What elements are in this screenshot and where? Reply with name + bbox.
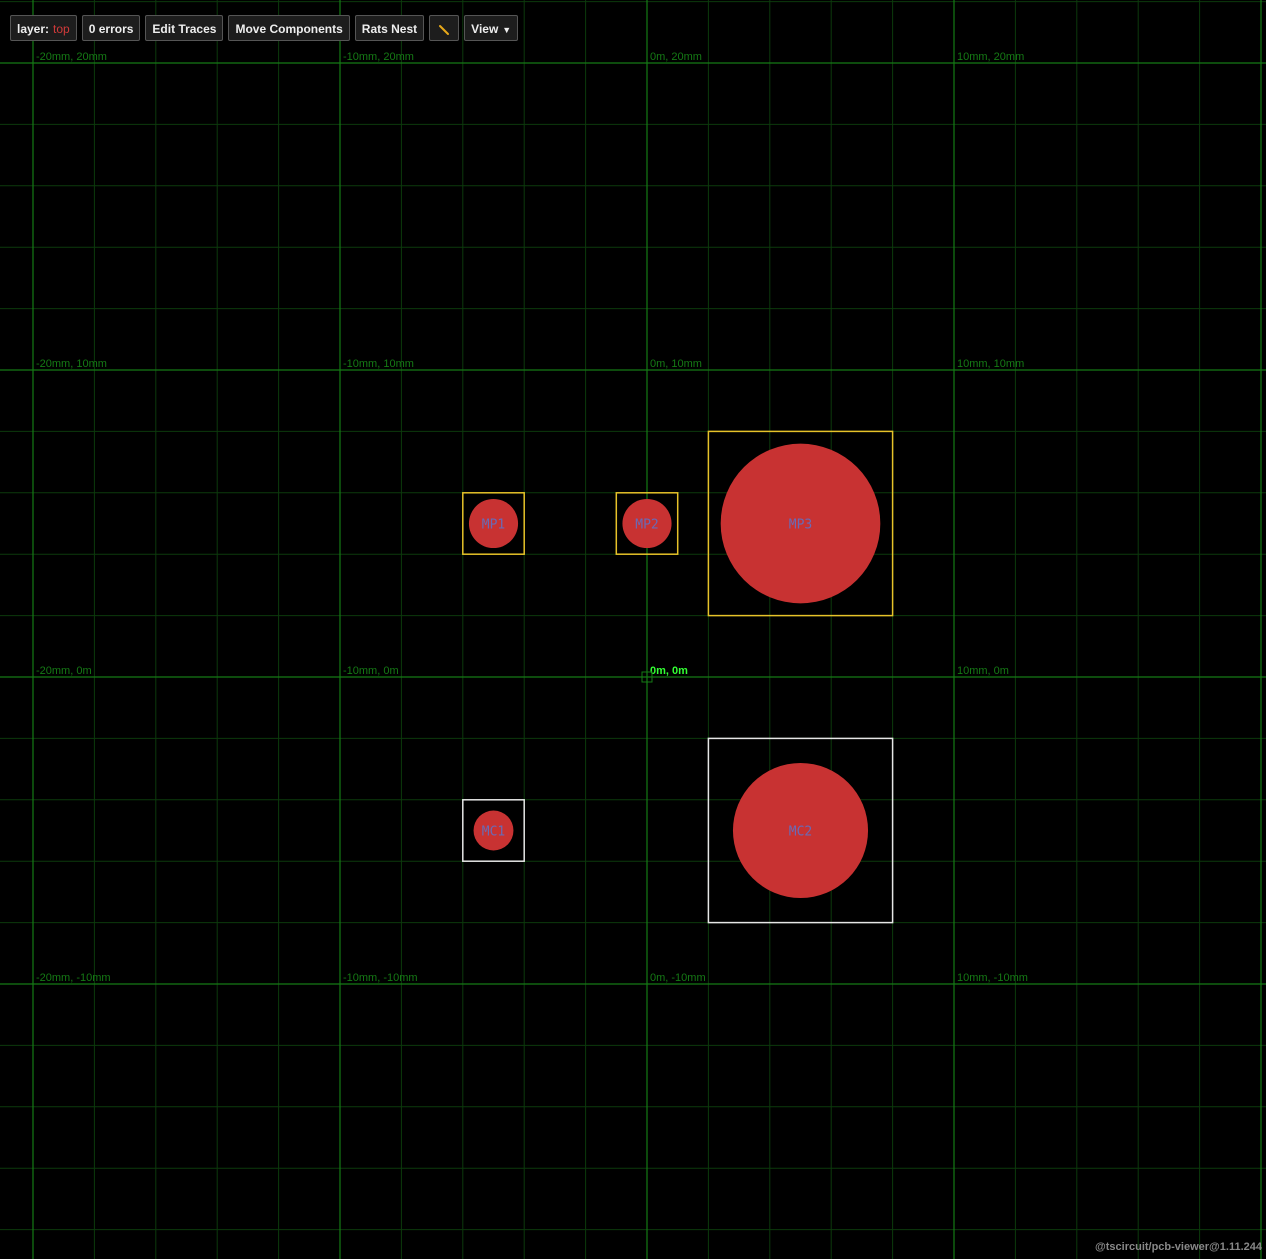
ruler-icon (439, 24, 450, 35)
component-mp2[interactable]: MP2 (615, 492, 679, 555)
component-label: MP1 (482, 518, 505, 533)
move-components-button[interactable]: Move Components (228, 15, 350, 41)
version-footer: @tscircuit/pcb-viewer@1.11.244 (1095, 1241, 1262, 1253)
caret-down-icon: ▼ (502, 25, 512, 35)
component-mc2[interactable]: MC2 (707, 737, 894, 924)
major-grid (0, 0, 1266, 1259)
grid-coordinate-label: 0m, 10mm (650, 358, 702, 370)
grid-coordinate-label: 10mm, 0m (957, 665, 1009, 677)
grid-coordinate-label: 0m, 20mm (650, 51, 702, 63)
grid-coordinate-label: 10mm, 20mm (957, 51, 1024, 63)
component-mc1[interactable]: MC1 (462, 799, 525, 862)
layer-label: layer: (17, 22, 50, 36)
component-label: MC1 (482, 825, 505, 840)
component-mp1[interactable]: MP1 (462, 492, 525, 555)
grid-coordinate-label: -20mm, -10mm (36, 972, 111, 984)
toolbar: layer: top 0 errors Edit Traces Move Comp… (10, 15, 519, 43)
layer-value: top (53, 22, 70, 36)
rats-nest-button[interactable]: Rats Nest (354, 15, 425, 41)
grid-coordinate-label: -10mm, 0m (343, 665, 399, 677)
grid-coordinate-label: 10mm, -10mm (957, 972, 1028, 984)
component-mp3[interactable]: MP3 (707, 430, 894, 617)
component-label: MP3 (789, 518, 812, 533)
measure-button[interactable] (429, 15, 460, 41)
errors-button[interactable]: 0 errors (81, 15, 141, 41)
minor-grid (0, 0, 1266, 1259)
component-label: MP2 (635, 518, 658, 533)
layer-selector[interactable]: layer: top (10, 15, 77, 41)
view-menu-button[interactable]: View ▼ (464, 15, 519, 41)
grid-coordinate-label: -20mm, 20mm (36, 51, 107, 63)
grid-coordinate-label: -10mm, 20mm (343, 51, 414, 63)
grid-coordinate-label: -10mm, 10mm (343, 358, 414, 370)
grid-coordinate-label: -10mm, -10mm (343, 972, 418, 984)
pcb-canvas[interactable]: -20mm, 20mm -10mm, 20mm 0m, 20mm 10mm, 20mm… (0, 0, 1266, 1259)
origin-label: 0m, 0m (650, 665, 688, 677)
component-label: MC2 (789, 825, 812, 840)
edit-traces-button[interactable]: Edit Traces (145, 15, 224, 41)
grid-coordinate-label: 10mm, 10mm (957, 358, 1024, 370)
grid-coordinate-label: -20mm, 0m (36, 665, 92, 677)
grid-coordinate-label: -20mm, 10mm (36, 358, 107, 370)
view-label: View (471, 22, 499, 36)
grid-coordinate-label: 0m, -10mm (650, 972, 706, 984)
